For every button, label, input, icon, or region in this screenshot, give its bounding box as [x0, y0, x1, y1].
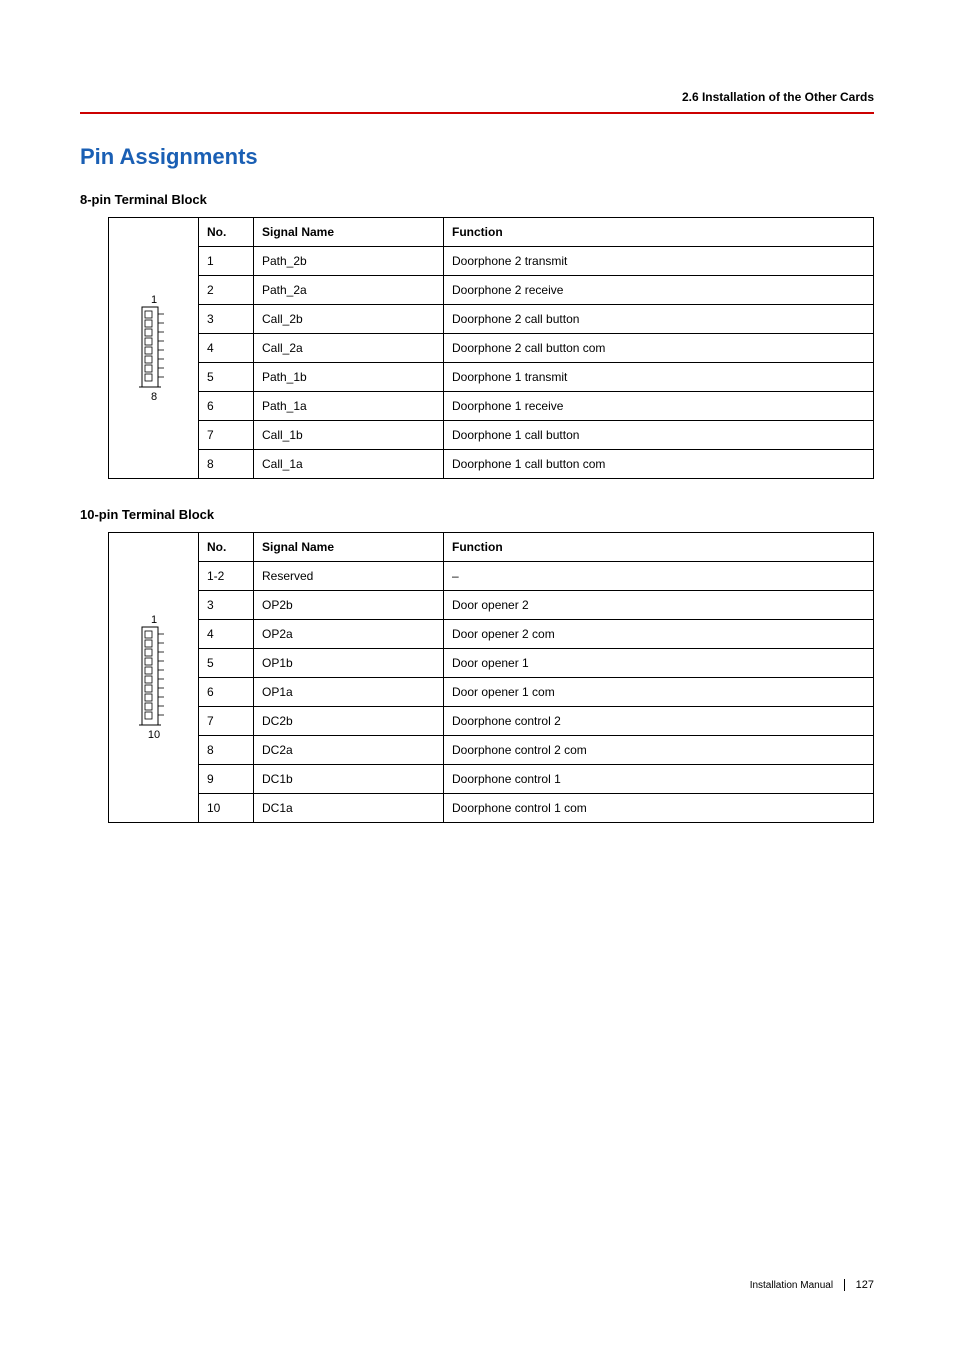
terminal-block-8-icon: 1 8	[136, 293, 172, 403]
cell-no: 4	[199, 334, 254, 363]
header-divider	[80, 112, 874, 114]
table-header-row: No. Signal Name Function	[199, 533, 874, 562]
section-title: 2.6 Installation of the Other Cards	[80, 90, 874, 112]
cell-function: Doorphone control 1	[444, 765, 874, 794]
cell-no: 5	[199, 649, 254, 678]
table-row: 1Path_2bDoorphone 2 transmit	[199, 247, 874, 276]
cell-signal: DC2b	[254, 707, 444, 736]
table-row: 8DC2aDoorphone control 2 com	[199, 736, 874, 765]
cell-no: 8	[199, 450, 254, 479]
cell-no: 4	[199, 620, 254, 649]
footer-manual-name: Installation Manual	[750, 1280, 833, 1291]
cell-function: Door opener 1 com	[444, 678, 874, 707]
cell-function: Door opener 2	[444, 591, 874, 620]
sub-heading-10pin: 10-pin Terminal Block	[80, 507, 874, 522]
table-row: 3Call_2bDoorphone 2 call button	[199, 305, 874, 334]
table-10pin-wrapper: 1 10 No. Signal Name	[108, 532, 874, 823]
cell-no: 9	[199, 765, 254, 794]
pin-label-1: 1	[150, 294, 156, 306]
cell-function: Doorphone control 1 com	[444, 794, 874, 823]
cell-signal: OP2b	[254, 591, 444, 620]
col-header-signal: Signal Name	[254, 218, 444, 247]
cell-signal: DC2a	[254, 736, 444, 765]
cell-signal: OP1b	[254, 649, 444, 678]
cell-signal: Reserved	[254, 562, 444, 591]
cell-signal: DC1a	[254, 794, 444, 823]
cell-function: Door opener 2 com	[444, 620, 874, 649]
table-header-row: No. Signal Name Function	[199, 218, 874, 247]
cell-function: Doorphone 1 transmit	[444, 363, 874, 392]
cell-function: Doorphone 2 call button com	[444, 334, 874, 363]
cell-signal: DC1b	[254, 765, 444, 794]
pin-label-10: 10	[147, 729, 159, 741]
table-row: 6OP1aDoor opener 1 com	[199, 678, 874, 707]
cell-signal: Path_1a	[254, 392, 444, 421]
cell-function: Doorphone 2 transmit	[444, 247, 874, 276]
cell-no: 7	[199, 707, 254, 736]
col-header-no: No.	[199, 533, 254, 562]
cell-function: –	[444, 562, 874, 591]
cell-no: 10	[199, 794, 254, 823]
cell-signal: Call_2a	[254, 334, 444, 363]
cell-function: Door opener 1	[444, 649, 874, 678]
table-row: 6Path_1aDoorphone 1 receive	[199, 392, 874, 421]
cell-no: 8	[199, 736, 254, 765]
table-row: 3OP2bDoor opener 2	[199, 591, 874, 620]
cell-function: Doorphone 2 call button	[444, 305, 874, 334]
cell-no: 5	[199, 363, 254, 392]
cell-no: 7	[199, 421, 254, 450]
cell-signal: Call_2b	[254, 305, 444, 334]
cell-no: 1	[199, 247, 254, 276]
connector-10pin-diagram: 1 10	[108, 532, 198, 823]
table-row: 5Path_1bDoorphone 1 transmit	[199, 363, 874, 392]
table-8pin-wrapper: 1 8 No. Signal Name Function	[108, 217, 874, 479]
page-content: Pin Assignments 8-pin Terminal Block 1 8	[0, 144, 954, 823]
footer-divider	[844, 1279, 845, 1291]
cell-function: Doorphone control 2	[444, 707, 874, 736]
table-10pin: No. Signal Name Function 1-2Reserved– 3O…	[198, 532, 874, 823]
cell-signal: Call_1b	[254, 421, 444, 450]
cell-function: Doorphone 1 receive	[444, 392, 874, 421]
table-row: 7Call_1bDoorphone 1 call button	[199, 421, 874, 450]
page-number: 127	[856, 1279, 874, 1291]
cell-function: Doorphone 1 call button com	[444, 450, 874, 479]
cell-no: 6	[199, 392, 254, 421]
pin-label-8: 8	[150, 391, 156, 403]
cell-signal: Path_2b	[254, 247, 444, 276]
cell-signal: Call_1a	[254, 450, 444, 479]
cell-no: 2	[199, 276, 254, 305]
cell-function: Doorphone 2 receive	[444, 276, 874, 305]
table-row: 8Call_1aDoorphone 1 call button com	[199, 450, 874, 479]
cell-no: 6	[199, 678, 254, 707]
cell-no: 1-2	[199, 562, 254, 591]
pin-label-1: 1	[150, 614, 156, 626]
connector-8pin-diagram: 1 8	[108, 217, 198, 479]
cell-signal: OP2a	[254, 620, 444, 649]
cell-signal: Path_2a	[254, 276, 444, 305]
table-row: 5OP1bDoor opener 1	[199, 649, 874, 678]
table-row: 1-2Reserved–	[199, 562, 874, 591]
col-header-function: Function	[444, 533, 874, 562]
main-heading: Pin Assignments	[80, 144, 874, 170]
page-header: 2.6 Installation of the Other Cards	[0, 0, 954, 114]
table-row: 7DC2bDoorphone control 2	[199, 707, 874, 736]
col-header-no: No.	[199, 218, 254, 247]
page-footer: Installation Manual 127	[750, 1279, 874, 1291]
table-row: 4OP2aDoor opener 2 com	[199, 620, 874, 649]
cell-no: 3	[199, 591, 254, 620]
col-header-function: Function	[444, 218, 874, 247]
table-row: 9DC1bDoorphone control 1	[199, 765, 874, 794]
table-row: 4Call_2aDoorphone 2 call button com	[199, 334, 874, 363]
cell-signal: Path_1b	[254, 363, 444, 392]
table-8pin: No. Signal Name Function 1Path_2bDoorpho…	[198, 217, 874, 479]
table-row: 2Path_2aDoorphone 2 receive	[199, 276, 874, 305]
col-header-signal: Signal Name	[254, 533, 444, 562]
cell-no: 3	[199, 305, 254, 334]
cell-signal: OP1a	[254, 678, 444, 707]
table-row: 10DC1aDoorphone control 1 com	[199, 794, 874, 823]
terminal-block-10-icon: 1 10	[136, 613, 172, 743]
sub-heading-8pin: 8-pin Terminal Block	[80, 192, 874, 207]
cell-function: Doorphone 1 call button	[444, 421, 874, 450]
cell-function: Doorphone control 2 com	[444, 736, 874, 765]
